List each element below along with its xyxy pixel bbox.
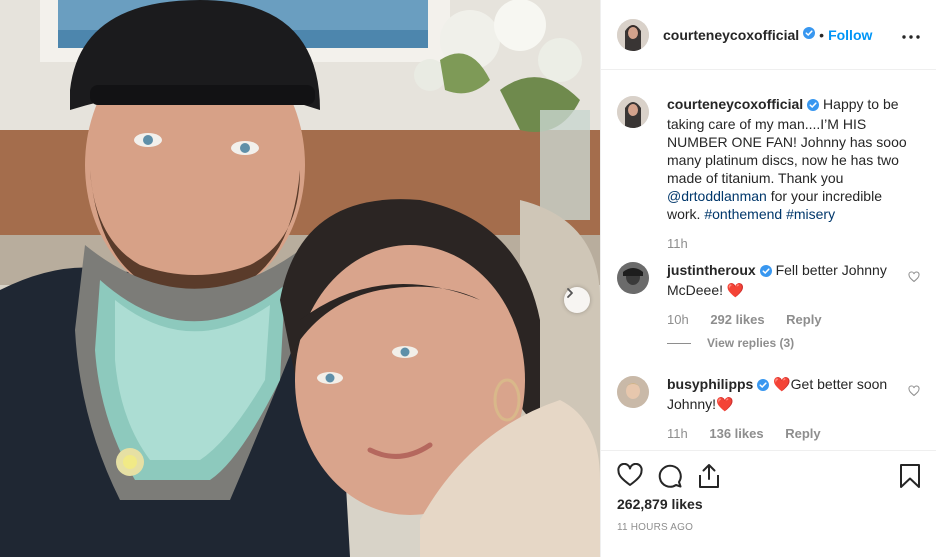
avatar[interactable]: [617, 262, 649, 294]
post-username[interactable]: courteneycoxofficial: [663, 27, 799, 43]
comment-time[interactable]: 11h: [667, 426, 688, 441]
reply-button[interactable]: Reply: [785, 426, 820, 441]
avatar[interactable]: [617, 96, 649, 128]
verified-badge-icon: [803, 26, 816, 44]
heart-emoji: ❤️: [726, 282, 745, 298]
comment-text: busyphilipps ❤️Get better soon Johnny!❤️: [667, 375, 917, 413]
likes-count[interactable]: 262,879 likes: [617, 496, 703, 512]
post-actions: 262,879 likes 11 HOURS AGO: [601, 450, 936, 557]
comments-section[interactable]: courteneycoxofficial Happy to be taking …: [601, 70, 936, 450]
comment-likes[interactable]: 292 likes: [710, 312, 764, 327]
profile-avatar-illustration: [617, 18, 649, 51]
caption-meta: 11h: [667, 236, 706, 251]
selfie-photo-illustration: [0, 0, 600, 557]
comment-time[interactable]: 10h: [667, 312, 689, 327]
hashtag-link[interactable]: #onthemend: [704, 206, 782, 222]
comment-likes[interactable]: 136 likes: [709, 426, 763, 441]
view-replies-label: View replies (3): [707, 336, 795, 350]
comment-username[interactable]: justintheroux: [667, 262, 756, 278]
reply-button[interactable]: Reply: [786, 312, 821, 327]
post-timestamp[interactable]: 11 HOURS AGO: [617, 522, 693, 533]
post-header: courteneycoxofficial • Follow: [601, 0, 936, 70]
separator-dot: •: [819, 26, 825, 43]
verified-badge-icon: [757, 377, 770, 395]
like-comment-icon[interactable]: [908, 384, 920, 402]
caption-text: courteneycoxofficial Happy to be taking …: [667, 95, 917, 223]
caption-username[interactable]: courteneycoxofficial: [667, 96, 803, 112]
comment-meta: 10h 292 likes Reply: [667, 312, 840, 327]
profile-avatar-illustration: [617, 96, 649, 128]
avatar[interactable]: [617, 376, 649, 408]
like-comment-icon[interactable]: [908, 270, 920, 288]
caption-time[interactable]: 11h: [667, 236, 688, 251]
view-replies-button[interactable]: View replies (3): [667, 336, 794, 350]
post-photo[interactable]: [0, 0, 600, 557]
commenter-avatar-illustration: [617, 262, 649, 294]
chevron-right-icon: [567, 288, 573, 298]
post-sidebar: courteneycoxofficial • Follow courteneyc…: [600, 0, 936, 557]
bookmark-icon[interactable]: [899, 463, 921, 494]
verified-badge-icon: [807, 97, 820, 115]
follow-button[interactable]: Follow: [828, 27, 872, 43]
replies-divider: [667, 342, 691, 344]
instagram-post: courteneycoxofficial • Follow courteneyc…: [0, 0, 936, 557]
comment-text: justintheroux Fell better Johnny McDeee!…: [667, 261, 917, 299]
next-photo-button[interactable]: [564, 287, 590, 313]
avatar[interactable]: [617, 18, 649, 51]
share-icon[interactable]: [697, 463, 721, 494]
commenter-avatar-illustration: [617, 376, 649, 408]
heart-emoji: ❤️: [773, 376, 791, 392]
mention-link[interactable]: @drtoddlanman: [667, 188, 767, 204]
more-options-icon[interactable]: [902, 26, 920, 44]
verified-badge-icon: [759, 263, 772, 281]
hashtag-link[interactable]: #misery: [786, 206, 835, 222]
heart-icon[interactable]: [617, 462, 643, 492]
comment-icon[interactable]: [657, 463, 683, 494]
heart-emoji: ❤️: [716, 396, 734, 412]
comment-username[interactable]: busyphilipps: [667, 376, 753, 392]
comment-meta: 11h 136 likes Reply: [667, 426, 839, 441]
